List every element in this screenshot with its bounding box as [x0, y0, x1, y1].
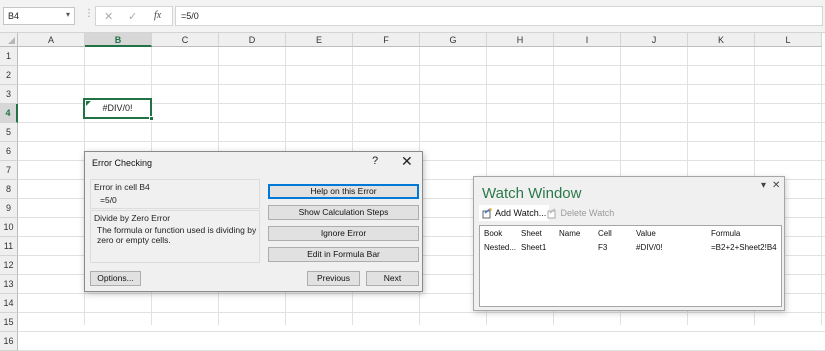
watch-cell-sheet: Sheet1 — [521, 243, 547, 252]
select-all-corner[interactable] — [0, 33, 18, 47]
row-header-9[interactable]: 9 — [0, 199, 18, 218]
dropdown-icon[interactable]: ▾ — [66, 10, 70, 19]
column-header-b[interactable]: B — [85, 33, 152, 47]
row-header-12[interactable]: 12 — [0, 256, 18, 275]
column-header-j[interactable]: J — [621, 33, 688, 47]
edit-in-formula-bar-label: Edit in Formula Bar — [307, 249, 380, 259]
options-button[interactable]: Options... — [90, 271, 141, 286]
column-header-l[interactable]: L — [755, 33, 822, 47]
error-cell-panel: Error in cell B4 =5/0 — [90, 179, 260, 209]
column-header-d[interactable]: D — [219, 33, 286, 47]
name-box[interactable]: B4 ▾ — [3, 7, 75, 25]
name-box-value: B4 — [8, 11, 20, 21]
gridline-horizontal — [18, 65, 825, 66]
cell-formula-value: =5/0 — [100, 195, 117, 205]
col-header-sheet[interactable]: Sheet — [521, 229, 542, 238]
formula-input[interactable]: =5/0 — [175, 6, 823, 26]
row-header-10[interactable]: 10 — [0, 218, 18, 237]
help-on-error-button[interactable]: Help on this Error — [268, 184, 419, 199]
watch-window-title: Watch Window — [482, 185, 582, 202]
edit-in-formula-bar-button[interactable]: Edit in Formula Bar — [268, 247, 419, 262]
gridline-horizontal — [18, 84, 825, 85]
next-button[interactable]: Next — [366, 271, 419, 286]
help-icon[interactable]: ? — [372, 155, 378, 167]
formula-bar: B4 ▾ ⋮ ✕ ✓ fx =5/0 — [0, 0, 825, 33]
row-header-6[interactable]: 6 — [0, 142, 18, 161]
watch-cell-value: #DIV/0! — [636, 243, 663, 252]
row-header-16[interactable]: 16 — [0, 332, 18, 351]
row-header-7[interactable]: 7 — [0, 161, 18, 180]
add-watch-label: Add Watch... — [495, 208, 547, 218]
active-cell-value: #DIV/0! — [102, 103, 133, 113]
column-header-i[interactable]: I — [554, 33, 621, 47]
column-header-h[interactable]: H — [487, 33, 554, 47]
gridline-horizontal — [18, 122, 825, 123]
row-header-14[interactable]: 14 — [0, 294, 18, 313]
show-calculation-steps-button[interactable]: Show Calculation Steps — [268, 205, 419, 220]
cancel-icon[interactable]: ✕ — [104, 10, 113, 23]
column-header-c[interactable]: C — [152, 33, 219, 47]
ignore-error-button[interactable]: Ignore Error — [268, 226, 419, 241]
help-on-error-label: Help on this Error — [310, 186, 377, 196]
enter-icon[interactable]: ✓ — [128, 10, 137, 23]
error-in-cell-label: Error in cell B4 — [94, 182, 150, 192]
next-label: Next — [383, 273, 402, 283]
watch-cell-ref: F3 — [598, 243, 608, 252]
watch-list[interactable]: Book Sheet Name Cell Value Formula Neste… — [479, 225, 782, 307]
row-header-3[interactable]: 3 — [0, 85, 18, 104]
row-header-2[interactable]: 2 — [0, 66, 18, 85]
column-header-e[interactable]: E — [286, 33, 353, 47]
column-header-k[interactable]: K — [688, 33, 755, 47]
row-header-11[interactable]: 11 — [0, 237, 18, 256]
row-header-1[interactable]: 1 — [0, 47, 18, 66]
close-icon[interactable]: ✕ — [772, 180, 780, 191]
gridline-horizontal — [18, 141, 825, 142]
gridline-horizontal — [18, 312, 825, 313]
col-header-cell[interactable]: Cell — [598, 229, 612, 238]
add-watch-icon — [482, 208, 492, 219]
ignore-error-label: Ignore Error — [320, 228, 367, 238]
close-icon[interactable]: ✕ — [401, 153, 413, 170]
row-header-15[interactable]: 15 — [0, 313, 18, 332]
dropdown-icon[interactable]: ▾ — [761, 180, 766, 191]
watch-cell-book: Nested... — [484, 243, 517, 252]
column-header-g[interactable]: G — [420, 33, 487, 47]
dialog-title: Error Checking — [92, 158, 153, 168]
previous-label: Previous — [316, 273, 351, 283]
column-header-f[interactable]: F — [353, 33, 420, 47]
col-header-formula[interactable]: Formula — [711, 229, 740, 238]
row-header-8[interactable]: 8 — [0, 180, 18, 199]
error-type-label: Divide by Zero Error — [94, 213, 171, 223]
delete-watch-icon — [547, 208, 556, 219]
previous-button[interactable]: Previous — [307, 271, 360, 286]
delete-watch-label: Delete Watch — [560, 208, 615, 218]
active-cell-b4[interactable]: #DIV/0! — [83, 98, 154, 121]
fill-handle[interactable] — [149, 116, 154, 121]
col-header-value[interactable]: Value — [636, 229, 656, 238]
formula-buttons: ✕ ✓ fx — [95, 6, 173, 26]
row-header-13[interactable]: 13 — [0, 275, 18, 294]
add-watch-button[interactable]: Add Watch... — [479, 205, 550, 221]
error-checking-dialog: Error Checking ? ✕ Error in cell B4 =5/0… — [84, 151, 423, 292]
watch-window: Watch Window ▾ ✕ Add Watch... Delete Wat… — [473, 176, 785, 311]
gridline-vertical — [821, 47, 822, 325]
gridline-horizontal — [18, 331, 825, 332]
error-description-panel: Divide by Zero Error The formula or func… — [90, 210, 260, 263]
fx-icon[interactable]: fx — [154, 10, 161, 21]
row-header-5[interactable]: 5 — [0, 123, 18, 142]
col-header-book[interactable]: Book — [484, 229, 502, 238]
formula-bar-splitter[interactable]: ⋮ — [84, 8, 94, 19]
error-description: The formula or function used is dividing… — [97, 225, 257, 245]
error-indicator-icon — [86, 101, 91, 106]
options-label: Options... — [97, 273, 134, 283]
col-header-name[interactable]: Name — [559, 229, 580, 238]
column-header-a[interactable]: A — [18, 33, 85, 47]
delete-watch-button[interactable]: Delete Watch — [547, 205, 614, 221]
watch-cell-formula: =B2+2+Sheet2!B4 — [711, 243, 777, 252]
show-calculation-steps-label: Show Calculation Steps — [298, 207, 389, 217]
row-header-4[interactable]: 4 — [0, 104, 18, 123]
